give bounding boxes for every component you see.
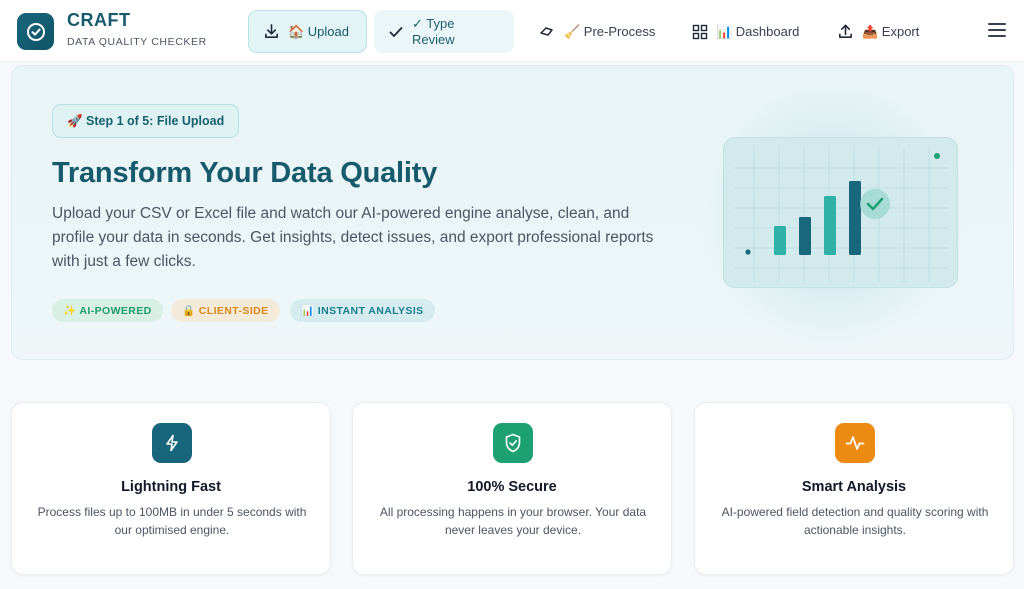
nav-upload-label: 🏠 Upload: [288, 23, 349, 39]
shield-check-icon: [493, 423, 533, 463]
feature-description: All processing happens in your browser. …: [379, 505, 647, 537]
nav-type-review-button[interactable]: ✓ Type Review: [374, 10, 514, 53]
nav-dashboard-label: 📊 Dashboard: [716, 23, 800, 39]
nav-type-review-label: ✓ Type Review: [412, 16, 455, 47]
nav-dashboard-button[interactable]: 📊 Dashboard: [678, 10, 818, 53]
feature-card-secure: 100% Secure All processing happens in yo…: [352, 402, 672, 575]
download-icon: [265, 24, 278, 38]
brand-name: CRAFT: [67, 10, 131, 30]
hero-section: 🚀 Step 1 of 5: File Upload Transform You…: [11, 65, 1014, 360]
feature-description: AI-powered field detection and quality s…: [721, 505, 989, 537]
feature-title: Lightning Fast: [121, 479, 221, 495]
bar-chart-illustration-icon: [734, 148, 949, 283]
top-header: CRAFT DATA QUALITY CHECKER 🏠 Upload ✓ Ty…: [0, 0, 1024, 62]
feature-card-lightning-fast: Lightning Fast Process files up to 100MB…: [11, 402, 331, 575]
nav-export-label: 📤 Export: [862, 23, 920, 39]
upload-icon: [839, 24, 852, 38]
check-icon: [389, 26, 403, 37]
feature-description: Process files up to 100MB in under 5 sec…: [37, 505, 307, 537]
nav-pre-process-button[interactable]: 🧹 Pre-Process: [524, 10, 674, 53]
pulse-icon: [835, 423, 875, 463]
client-side-tag: 🔒 CLIENT-SIDE: [171, 299, 280, 322]
hero-description: Upload your CSV or Excel file and watch …: [52, 205, 654, 270]
grid-icon: [692, 24, 708, 39]
instant-analysis-tag: 📊 INSTANT ANALYSIS: [290, 299, 435, 322]
hamburger-menu-icon[interactable]: [986, 20, 1008, 40]
step-indicator-badge: 🚀 Step 1 of 5: File Upload: [52, 104, 240, 138]
feature-title: Smart Analysis: [801, 479, 907, 495]
eraser-icon: [540, 26, 553, 36]
brand-subtitle: DATA QUALITY CHECKER: [67, 36, 207, 48]
feature-card-smart-analysis: Smart Analysis AI-powered field detectio…: [694, 402, 1014, 575]
hero-title: Transform Your Data Quality: [52, 157, 438, 189]
feature-title: 100% Secure: [467, 479, 557, 495]
lightning-icon: [152, 423, 192, 463]
nav-pre-process-label: 🧹 Pre-Process: [564, 23, 656, 39]
ai-powered-tag: ✨ AI-POWERED: [52, 299, 163, 322]
nav-export-button[interactable]: 📤 Export: [823, 10, 943, 53]
nav-upload-button[interactable]: 🏠 Upload: [248, 10, 367, 53]
chart-illustration: [723, 137, 958, 288]
logo-icon[interactable]: [17, 13, 54, 50]
